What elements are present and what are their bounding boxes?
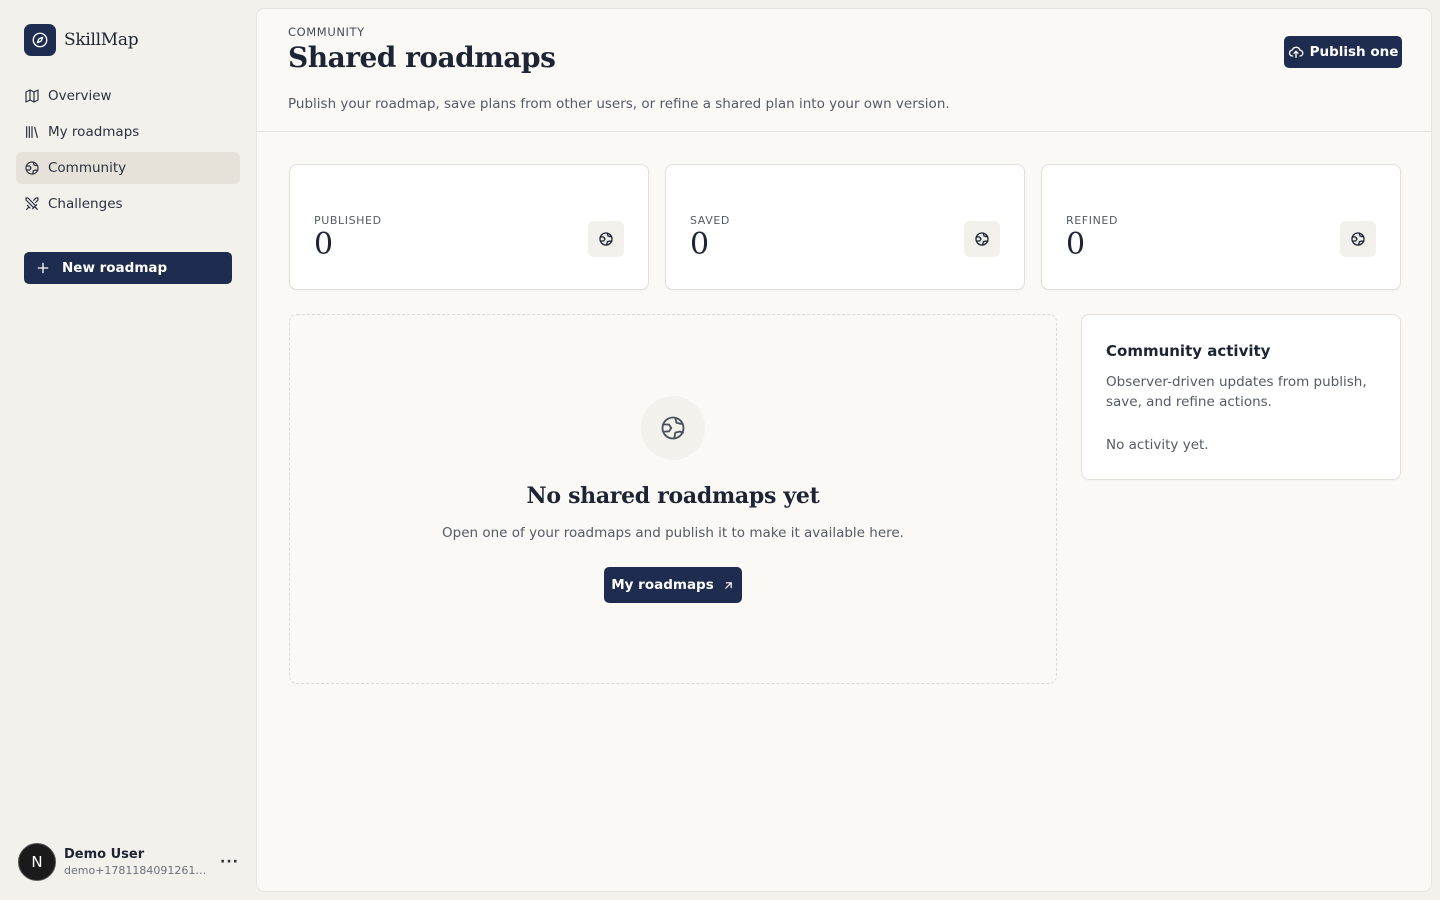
more-options-icon[interactable]: ···: [220, 854, 239, 870]
page-description: Publish your roadmap, save plans from ot…: [288, 96, 950, 112]
stat-card-refined: REFINED 0: [1041, 164, 1401, 290]
sidebar-item-overview[interactable]: Overview: [16, 80, 240, 112]
library-icon: [26, 126, 38, 138]
user-profile[interactable]: N Demo User demo+1781184091261@s... ···: [18, 842, 240, 882]
empty-state-title: No shared roadmaps yet: [526, 483, 820, 509]
community-activity-panel: Community activity Observer-driven updat…: [1081, 314, 1401, 480]
map-icon: [25, 89, 39, 103]
stat-card-saved: SAVED 0: [665, 164, 1025, 290]
publish-one-label: Publish one: [1309, 44, 1399, 60]
sidebar-item-label: Community: [48, 160, 127, 176]
sidebar-item-challenges[interactable]: Challenges: [16, 188, 240, 220]
empty-state-description: Open one of your roadmaps and publish it…: [442, 525, 904, 541]
globe-icon: [588, 221, 624, 257]
new-roadmap-label: New roadmap: [62, 260, 168, 276]
page-eyebrow: COMMUNITY: [288, 25, 365, 39]
page-header: COMMUNITY Shared roadmaps Publish your r…: [257, 9, 1431, 132]
sidebar-item-community[interactable]: Community: [16, 152, 240, 184]
activity-title: Community activity: [1106, 342, 1271, 360]
stat-value: 0: [1066, 227, 1086, 262]
main-panel: COMMUNITY Shared roadmaps Publish your r…: [256, 8, 1432, 892]
swords-icon: [25, 197, 39, 210]
my-roadmaps-label: My roadmaps: [611, 577, 714, 593]
compass-icon: [24, 24, 56, 56]
globe-icon: [964, 221, 1000, 257]
empty-state: No shared roadmaps yet Open one of your …: [289, 314, 1057, 684]
sidebar-item-label: Challenges: [48, 196, 123, 212]
sidebar-item-label: Overview: [48, 88, 112, 104]
sidebar-item-label: My roadmaps: [48, 124, 140, 140]
sidebar-nav: Overview My roadmaps Community Challenge…: [16, 80, 240, 224]
stat-value: 0: [690, 227, 710, 262]
globe-icon: [1340, 221, 1376, 257]
stat-label: SAVED: [690, 214, 730, 227]
avatar: N: [18, 843, 56, 881]
cloud-upload-icon: [1288, 46, 1304, 58]
publish-one-button[interactable]: Publish one: [1284, 36, 1402, 68]
sidebar-item-my-roadmaps[interactable]: My roadmaps: [16, 116, 240, 148]
stat-label: PUBLISHED: [314, 214, 382, 227]
globe-icon: [641, 396, 705, 460]
stat-label: REFINED: [1066, 214, 1119, 227]
stat-value: 0: [314, 227, 334, 262]
plus-icon: [37, 262, 49, 274]
user-name: Demo User: [64, 847, 145, 862]
new-roadmap-button[interactable]: New roadmap: [24, 252, 232, 284]
sidebar: SkillMap Overview My roadmaps Community: [0, 0, 256, 900]
user-email: demo+1781184091261@s...: [64, 864, 210, 877]
my-roadmaps-button[interactable]: My roadmaps: [604, 567, 742, 603]
brand-name: SkillMap: [64, 30, 139, 50]
stat-card-published: PUBLISHED 0: [289, 164, 649, 290]
page-title: Shared roadmaps: [288, 41, 556, 74]
brand[interactable]: SkillMap: [24, 24, 139, 56]
globe-icon: [25, 161, 39, 175]
activity-description: Observer-driven updates from publish, sa…: [1106, 374, 1367, 410]
activity-empty-text: No activity yet.: [1106, 437, 1209, 453]
arrow-up-right-icon: [724, 581, 732, 589]
